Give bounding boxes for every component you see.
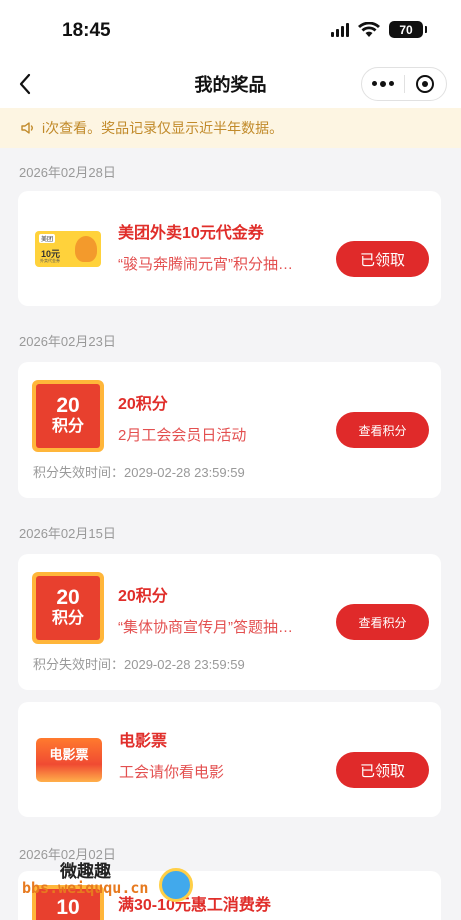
prize-desc: “集体协商宣传月”答题抽…: [118, 619, 293, 636]
status-icons: 70: [331, 21, 427, 38]
prize-name: 20积分: [118, 588, 168, 605]
page-title: 我的奖品: [194, 75, 267, 95]
mascot-icon: [75, 235, 97, 262]
notice-text: i次查看。奖品记录仅显示近半年数据。: [42, 120, 284, 136]
mini-program-capsule: [361, 67, 447, 101]
points-icon: 20 积分: [32, 572, 104, 644]
meituan-voucher-icon: 美团 10元 外卖代金券: [35, 230, 101, 267]
prize-desc: “骏马奔腾闹元宵”积分抽…: [118, 256, 293, 273]
points-icon: 20 积分: [32, 380, 104, 452]
date-header: 2026年02月23日: [19, 334, 116, 349]
prize-card: 20 积分 20积分 “集体协商宣传月”答题抽… 积分失效时间：2029-02-…: [18, 554, 441, 690]
more-dots-icon[interactable]: [362, 81, 404, 87]
expire-time: 积分失效时间：2029-02-28 23:59:59: [33, 465, 245, 480]
wifi-icon: [358, 21, 380, 37]
prize-card: 电影票 电影票 工会请你看电影 已领取: [18, 702, 441, 817]
prize-desc: 工会请你看电影: [119, 764, 225, 781]
claimed-button[interactable]: 已领取: [336, 241, 429, 277]
claimed-button[interactable]: 已领取: [336, 752, 429, 788]
date-header: 2026年02月28日: [19, 165, 116, 180]
prize-desc: 2月工会会员日活动: [118, 427, 247, 444]
watermark-logo-icon: [159, 868, 193, 902]
prize-name: 20积分: [118, 396, 168, 413]
prize-card: 美团 10元 外卖代金券 美团外卖10元代金券 “骏马奔腾闹元宵”积分抽… 已领…: [18, 191, 441, 306]
view-points-button[interactable]: 查看积分: [336, 604, 429, 640]
prize-card: 20 积分 20积分 2月工会会员日活动 积分失效时间：2029-02-28 2…: [18, 362, 441, 498]
watermark: 微趣趣 bbs.weiququ.cn: [14, 855, 214, 920]
status-time: 18:45: [62, 20, 111, 41]
view-points-button[interactable]: 查看积分: [336, 412, 429, 448]
prize-name: 美团外卖10元代金券: [118, 225, 264, 242]
prize-name: 电影票: [119, 733, 168, 750]
notice-bar: i次查看。奖品记录仅显示近半年数据。: [0, 108, 461, 148]
speaker-icon: [21, 122, 33, 134]
back-arrow-icon[interactable]: [18, 72, 32, 96]
expire-time: 积分失效时间：2029-02-28 23:59:59: [33, 657, 245, 672]
movie-ticket-icon: 电影票: [36, 737, 102, 782]
battery-icon: 70: [389, 21, 427, 38]
date-header: 2026年02月15日: [19, 526, 116, 541]
close-target-icon[interactable]: [404, 75, 446, 93]
nav-bar: 我的奖品: [0, 60, 461, 108]
status-bar: 18:45 70: [0, 0, 461, 60]
signal-icon: [331, 22, 349, 37]
